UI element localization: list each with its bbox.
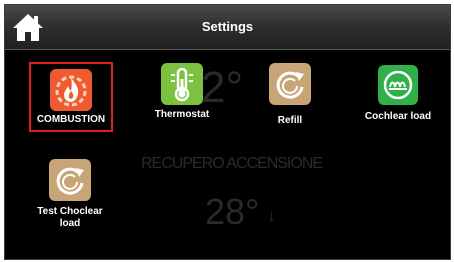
cochlear-load-tile[interactable]: Cochlear load	[355, 65, 441, 123]
thermometer-icon	[161, 63, 203, 105]
refill-tile[interactable]: Refill	[247, 63, 333, 127]
test-choclear-load-tile[interactable]: Test Choclear load	[27, 159, 113, 230]
test-choclear-load-label-line1: Test Choclear	[37, 206, 103, 217]
auger-icon	[378, 65, 418, 105]
refill-cycle-icon	[49, 159, 91, 201]
combustion-label: COMBUSTION	[36, 114, 106, 125]
test-choclear-load-label-line2: load	[59, 218, 81, 229]
test-choclear-load-label: Test Choclear load	[27, 206, 113, 230]
background-status-text: RECUPERO ACCENSIONE	[141, 155, 323, 172]
header-bar: Settings	[5, 5, 450, 50]
thermostat-tile[interactable]: Thermostat	[139, 63, 225, 121]
refill-label: Refill	[277, 115, 303, 126]
refill-cycle-icon	[269, 63, 311, 105]
background-arrow: ↓	[267, 205, 276, 225]
cochlear-load-label: Cochlear load	[364, 111, 432, 122]
thermostat-label: Thermostat	[154, 109, 210, 120]
device-screen: 2° RECUPERO ACCENSIONE 28° ↓ Settings CO…	[4, 4, 451, 260]
page-title: Settings	[201, 19, 254, 34]
background-temperature-bottom: 28°	[205, 191, 260, 232]
combustion-tile[interactable]: COMBUSTION	[29, 62, 113, 132]
flame-gear-icon	[50, 69, 92, 111]
